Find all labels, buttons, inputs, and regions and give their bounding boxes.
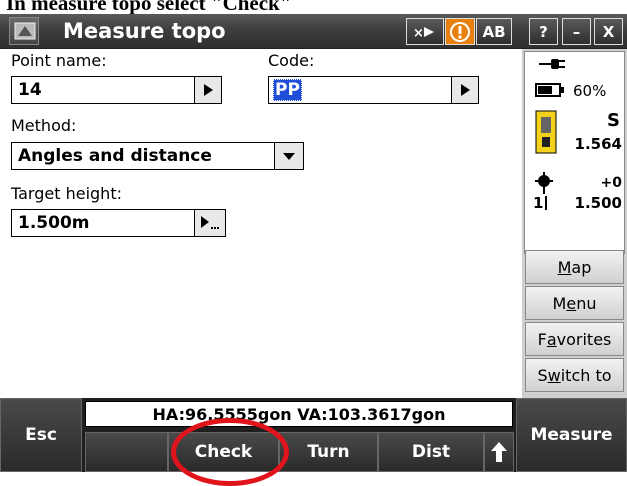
dist-label: Dist <box>411 442 451 462</box>
measure-label: Measure <box>530 425 613 445</box>
angle-readout-text: HA:96.5555gon VA:103.3617gon <box>152 404 446 424</box>
method-select[interactable]: Angles and distance <box>11 142 275 170</box>
prism-target-icon <box>535 172 553 194</box>
check-label: Check <box>194 442 253 462</box>
menu-label-post: nu <box>576 293 597 313</box>
more-options-icon <box>201 216 219 229</box>
instrument-letter: S <box>607 110 620 131</box>
favorites-button[interactable]: Fa vorites <box>525 322 624 356</box>
measure-topo-form: Point name: 14 Code: PP Method: Angles a… <box>0 49 521 398</box>
point-name-label: Point name: <box>11 51 107 70</box>
minimize-icon: – <box>572 22 581 41</box>
favorites-label-u: a <box>546 329 557 349</box>
angle-readout: HA:96.5555gon VA:103.3617gon <box>85 401 513 427</box>
menu-button[interactable]: Me nu <box>525 286 624 320</box>
menu-label-u: e <box>566 293 577 313</box>
app-icon[interactable] <box>9 17 39 45</box>
method-dropdown-button[interactable] <box>274 142 304 170</box>
close-button[interactable]: X <box>594 18 623 45</box>
target-height-status: 1.500 <box>574 194 622 212</box>
target-pole-icon <box>545 196 547 210</box>
close-icon: X <box>602 22 615 41</box>
point-name-arrow-button[interactable] <box>194 76 222 104</box>
instrument-height-value: 1.564 <box>574 135 622 153</box>
target-height-label: Target height: <box>11 184 122 203</box>
map-label-post: ap <box>571 257 592 277</box>
favorites-label-post: vorites <box>556 329 612 349</box>
arrow-right-icon <box>461 84 470 96</box>
chevron-down-icon <box>283 153 295 160</box>
softkey-bar: Esc HA:96.5555gon VA:103.3617gon Check T… <box>0 398 627 472</box>
menu-label-pre: M <box>552 293 567 313</box>
power-plug-icon <box>539 59 565 69</box>
empty-softkey <box>85 432 168 472</box>
arrow-up-icon <box>491 442 507 462</box>
minimize-button[interactable]: – <box>562 18 591 45</box>
battery-percent: 60% <box>573 82 607 100</box>
turn-button[interactable]: Turn <box>279 432 378 472</box>
target-number: 1 <box>533 194 544 212</box>
svg-text:×: × <box>413 26 424 41</box>
switch-to-button[interactable]: Sw itch to <box>525 358 624 392</box>
code-field[interactable]: PP <box>268 76 452 104</box>
input-mode-button[interactable]: AB <box>476 18 512 45</box>
battery-icon <box>535 83 564 97</box>
input-mode-label: AB <box>482 22 506 41</box>
target-height-more-button[interactable] <box>194 209 226 237</box>
keyboard-arrow-icon[interactable]: × <box>406 18 444 45</box>
map-button[interactable]: Map <box>525 250 624 284</box>
target-height-value: 1.500m <box>18 213 90 233</box>
shift-up-button[interactable] <box>484 432 514 472</box>
arrow-right-icon <box>204 84 213 96</box>
help-icon: ? <box>539 22 548 41</box>
code-label: Code: <box>268 51 315 70</box>
target-height-field[interactable]: 1.500m <box>11 209 195 237</box>
method-value: Angles and distance <box>18 146 212 166</box>
target-offset: +0 <box>600 175 622 191</box>
switch-to-label-pre: S <box>537 365 548 385</box>
alert-icon[interactable] <box>445 18 475 45</box>
esc-label: Esc <box>25 425 57 445</box>
switch-to-label-u: w <box>547 365 561 385</box>
window-title: Measure topo <box>63 19 226 43</box>
instrument-status-panel[interactable]: 60% S 1.564 1 +0 1.500 <box>524 51 625 254</box>
code-value: PP <box>273 79 302 101</box>
instruction-caption-text: In measure topo select "Check" <box>6 0 292 14</box>
title-bar: Measure topo × AB ? – X <box>0 14 627 49</box>
dist-button[interactable]: Dist <box>378 432 484 472</box>
code-arrow-button[interactable] <box>451 76 479 104</box>
check-button[interactable]: Check <box>168 432 279 472</box>
point-name-field[interactable]: 14 <box>11 76 195 104</box>
turn-label: Turn <box>307 442 350 462</box>
favorites-label-pre: F <box>537 329 547 349</box>
method-label: Method: <box>11 116 77 135</box>
point-name-value: 14 <box>18 80 42 100</box>
total-station-icon <box>535 110 557 154</box>
map-label-u: M <box>557 257 572 277</box>
sidebar: 60% S 1.564 1 +0 1.500 Map Me nu Fa vorite… <box>522 49 627 398</box>
esc-button[interactable]: Esc <box>0 398 82 472</box>
instruction-caption: In measure topo select "Check" <box>0 0 627 14</box>
measure-button[interactable]: Measure <box>516 398 627 472</box>
switch-to-label-post: itch to <box>560 365 612 385</box>
help-button[interactable]: ? <box>529 18 558 45</box>
